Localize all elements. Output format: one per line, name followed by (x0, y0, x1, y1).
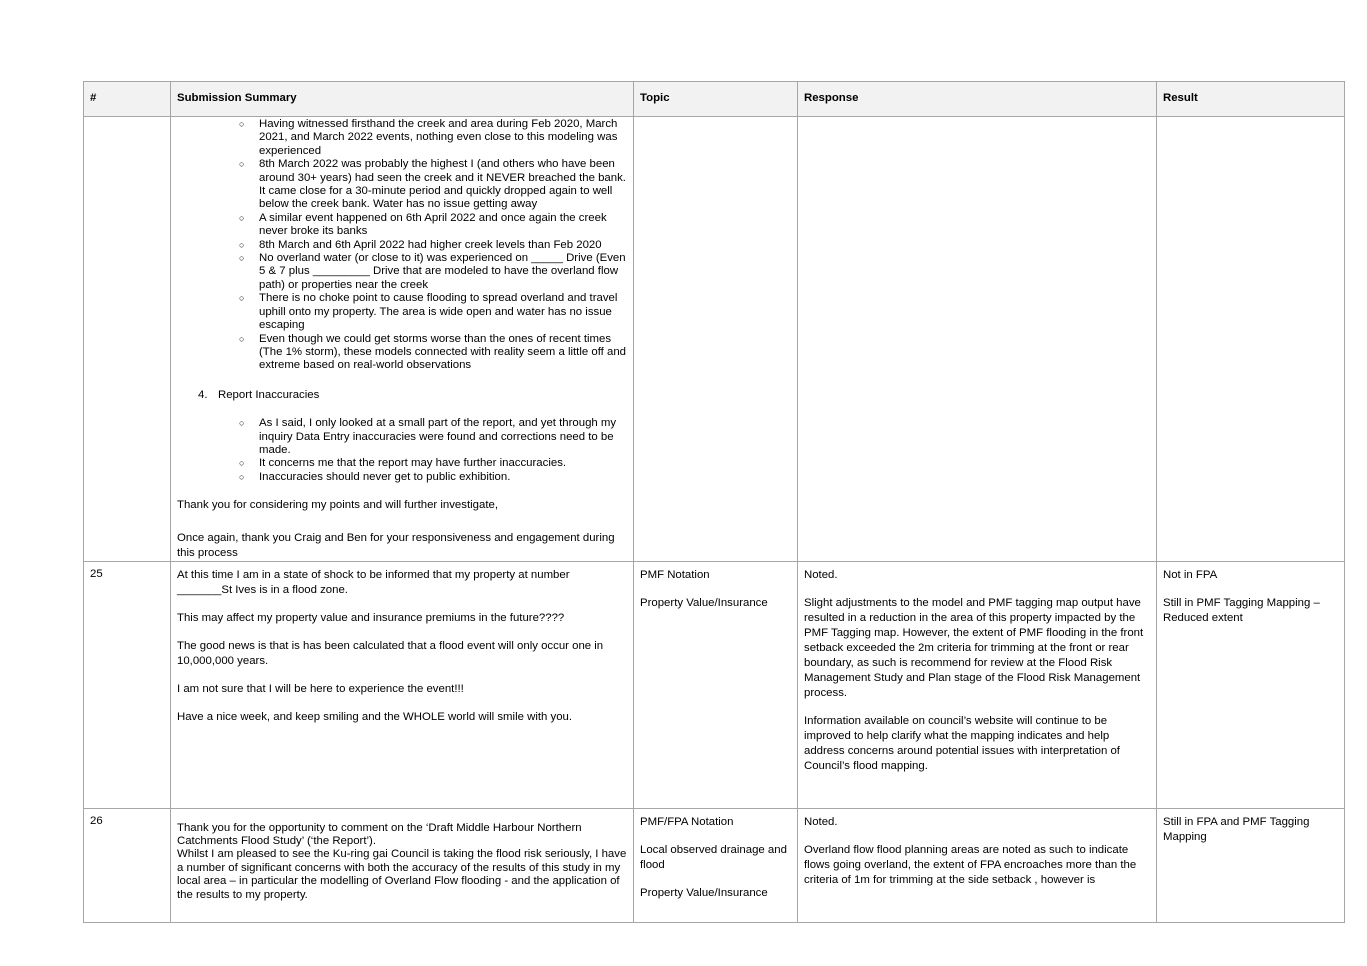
closing-text: Thank you for considering my points and … (177, 499, 498, 512)
list-item: As I said, I only looked at a small part… (239, 417, 627, 457)
cell-summary: Thank you for the opportunity to comment… (170, 807, 634, 923)
inaccuracy-list: As I said, I only looked at a small part… (177, 417, 627, 484)
summary-paragraph: This may affect my property value and in… (177, 611, 565, 624)
cell-num: 26 (83, 807, 171, 923)
topic-item: PMF/FPA Notation (640, 815, 734, 828)
summary-paragraph: Thank you for the opportunity to comment… (177, 821, 582, 847)
table-row-continued: Having witnessed firsthand the creek and… (83, 116, 1345, 562)
header-topic: Topic (633, 81, 798, 117)
cell-result (1156, 116, 1345, 562)
table-row: 26 Thank you for the opportunity to comm… (83, 807, 1345, 923)
cell-response: Noted. Slight adjustments to the model a… (797, 560, 1157, 809)
cell-num (83, 116, 171, 562)
header-num: # (83, 81, 171, 117)
topic-item: Local observed drainage and flood (640, 843, 787, 871)
cell-topic (633, 116, 798, 562)
cell-result: Not in FPA Still in PMF Tagging Mapping … (1156, 560, 1345, 809)
header-result: Result (1156, 81, 1345, 117)
cell-result: Still in FPA and PMF Tagging Mapping (1156, 807, 1345, 923)
list-item: It concerns me that the report may have … (239, 457, 627, 471)
response-paragraph: Noted. (804, 568, 838, 581)
response-paragraph: Information available on council’s websi… (804, 714, 1120, 772)
result-item: Still in FPA and PMF Tagging Mapping (1163, 815, 1310, 843)
submissions-table: # Submission Summary Topic Response Resu… (83, 81, 1345, 923)
cell-topic: PMF/FPA Notation Local observed drainage… (633, 807, 798, 923)
cell-summary: At this time I am in a state of shock to… (170, 560, 634, 809)
list-item: 8th March and 6th April 2022 had higher … (239, 239, 627, 253)
table-row: 25 At this time I am in a state of shock… (83, 560, 1345, 809)
topic-item: PMF Notation (640, 568, 710, 581)
item-number: 4. (198, 388, 208, 401)
summary-paragraph: At this time I am in a state of shock to… (177, 568, 570, 596)
list-item: 4. Report Inaccuracies (198, 388, 627, 402)
cell-topic: PMF Notation Property Value/Insurance (633, 560, 798, 809)
observation-list: Having witnessed firsthand the creek and… (177, 118, 627, 373)
topic-item: Property Value/Insurance (640, 596, 768, 609)
topic-item: Property Value/Insurance (640, 886, 768, 899)
item-label: Report Inaccuracies (218, 388, 320, 401)
header-summary: Submission Summary (170, 81, 634, 117)
result-item: Still in PMF Tagging Mapping – Reduced e… (1163, 596, 1320, 624)
response-paragraph: Overland flow flood planning areas are n… (804, 843, 1137, 886)
numbered-list: 4. Report Inaccuracies (177, 389, 627, 402)
list-item: Even though we could get storms worse th… (239, 333, 627, 373)
cell-response (797, 116, 1157, 562)
result-item: Not in FPA (1163, 568, 1218, 581)
list-item: No overland water (or close to it) was e… (239, 252, 627, 292)
response-paragraph: Slight adjustments to the model and PMF … (804, 596, 1144, 699)
list-item: Inaccuracies should never get to public … (239, 471, 627, 485)
summary-paragraph: Have a nice week, and keep smiling and t… (177, 710, 573, 723)
list-item: Having witnessed firsthand the creek and… (239, 118, 627, 158)
header-response: Response (797, 81, 1157, 117)
cell-num: 25 (83, 560, 171, 809)
closing-text: Once again, thank you Craig and Ben for … (177, 531, 615, 559)
cell-response: Noted. Overland flow flood planning area… (797, 807, 1157, 923)
list-item: 8th March 2022 was probably the highest … (239, 158, 627, 212)
summary-paragraph: Whilst I am pleased to see the Ku-ring g… (177, 848, 627, 901)
list-item: There is no choke point to cause floodin… (239, 292, 627, 332)
list-item: A similar event happened on 6th April 20… (239, 212, 627, 239)
cell-summary: Having witnessed firsthand the creek and… (170, 116, 634, 562)
summary-paragraph: I am not sure that I will be here to exp… (177, 682, 464, 695)
summary-paragraph: The good news is that is has been calcul… (177, 639, 604, 667)
response-paragraph: Noted. (804, 815, 838, 828)
header-row: # Submission Summary Topic Response Resu… (83, 81, 1345, 117)
